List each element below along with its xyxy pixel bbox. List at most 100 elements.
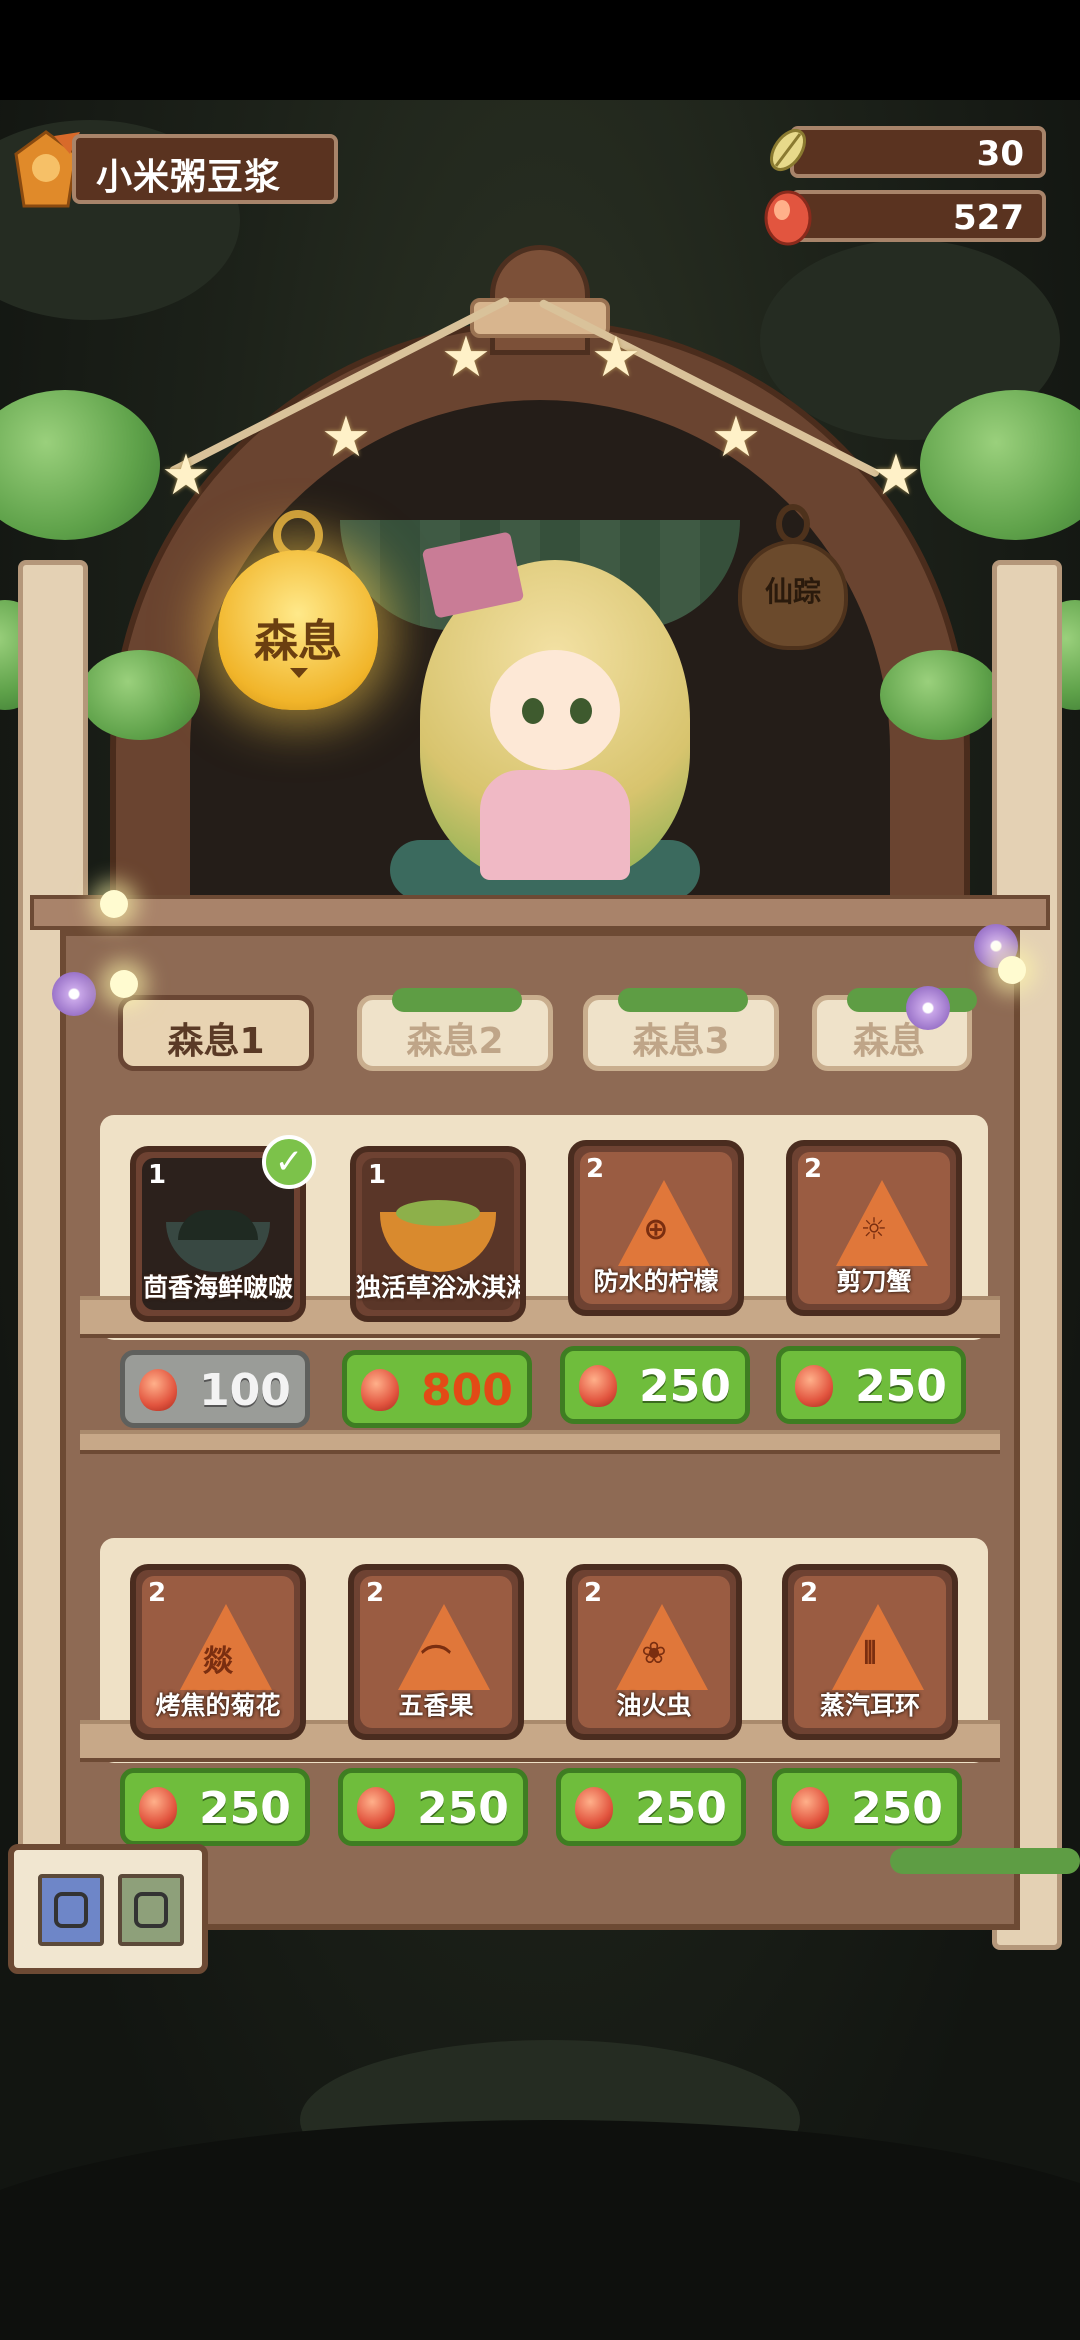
price-value: 250	[635, 1783, 727, 1834]
lantern-active-label: 森息	[254, 616, 342, 667]
price-value: 250	[855, 1361, 947, 1412]
player-name-plate: 小米粥豆浆	[72, 134, 338, 204]
price-button[interactable]: 800	[342, 1350, 532, 1428]
star-ornament-icon: ★	[590, 325, 642, 390]
egg-icon	[764, 190, 812, 246]
check-icon: ✓	[262, 1135, 316, 1189]
rune-glyph: ☼	[860, 1212, 888, 1247]
lantern-hook	[776, 504, 810, 544]
tab-senxi-3[interactable]: 森息3	[583, 988, 779, 1071]
leaf-icon	[769, 128, 807, 172]
leaf-currency-bar: 30	[790, 126, 1046, 178]
player-name: 小米粥豆浆	[96, 157, 282, 198]
price-button[interactable]: 250	[776, 1346, 966, 1424]
rune-glyph: ⌒	[421, 1644, 451, 1679]
item-name: 独活草浴冰淇淋	[356, 1273, 526, 1302]
price-button[interactable]: 250	[556, 1768, 746, 1846]
shop-item[interactable]: ❀ 2 油火虫	[566, 1564, 742, 1740]
egg-currency-value: 527	[953, 198, 1024, 238]
tab-senxi-1[interactable]: 森息1	[118, 995, 314, 1071]
star-ornament-icon: ★	[320, 405, 372, 470]
leaf-currency-value: 30	[976, 134, 1024, 174]
price-button[interactable]: 250	[120, 1768, 310, 1846]
item-name: 五香果	[398, 1691, 474, 1720]
mode-toggle-panel	[8, 1844, 208, 1974]
flower-decoration-icon	[906, 986, 950, 1030]
price-button[interactable]: 100	[120, 1350, 310, 1428]
shop-item[interactable]: 燚 2 烤焦的菊花	[130, 1564, 306, 1740]
tree-canopy	[880, 650, 1000, 740]
mode-toggle-green[interactable]	[118, 1874, 184, 1946]
item-level: 1	[368, 1160, 387, 1190]
shopkeeper-character[interactable]	[410, 520, 700, 900]
price-value: 250	[199, 1783, 291, 1834]
shop-item[interactable]: ⌒ 2 五香果	[348, 1564, 524, 1740]
price-value: 250	[639, 1361, 731, 1412]
character-eye	[570, 698, 592, 724]
tree-canopy	[0, 390, 160, 540]
item-level: 2	[366, 1578, 385, 1608]
item-level: 1	[148, 1160, 167, 1190]
item-name: 烤焦的菊花	[155, 1691, 281, 1720]
firefly-glow	[110, 970, 138, 998]
price-value: 250	[851, 1783, 943, 1834]
price-button[interactable]: 250	[560, 1346, 750, 1424]
lantern-tab-active[interactable]: 森息	[218, 510, 378, 710]
egg-currency[interactable]: 527	[758, 186, 1048, 246]
character-dress	[480, 770, 630, 880]
egg-icon	[575, 1787, 613, 1829]
rune-glyph: 燚	[203, 1644, 233, 1679]
game-scene: 小米粥豆浆 30 527 ★ ★ ★ ★ ★ ★ 森息 仙踪 森息1 森息2 森…	[0, 0, 1080, 2340]
leaf-currency[interactable]: 30	[758, 122, 1048, 180]
ice-cream-topping	[396, 1200, 480, 1226]
egg-icon	[139, 1787, 177, 1829]
price-value: 250	[417, 1783, 509, 1834]
item-name: 剪刀蟹	[836, 1267, 912, 1296]
lantern-arrow-icon	[290, 668, 308, 678]
item-name: 茴香海鲜啵啵	[142, 1273, 293, 1302]
shop-item[interactable]: ☼ 2 剪刀蟹	[786, 1140, 962, 1316]
flower-decoration-icon	[52, 972, 96, 1016]
shelf-divider	[80, 1430, 1000, 1454]
shop-item[interactable]: 1 独活草浴冰淇淋	[350, 1146, 526, 1322]
gear-icon	[54, 1892, 88, 1928]
shop-item[interactable]: ⊕ 2 防水的柠檬	[568, 1140, 744, 1316]
character-face	[490, 650, 620, 770]
item-level: 2	[800, 1578, 819, 1608]
egg-currency-bar: 527	[790, 190, 1046, 242]
item-level: 2	[148, 1578, 167, 1608]
lantern-inactive-label: 仙踪	[764, 575, 821, 608]
ground-shadow	[0, 2120, 1080, 2340]
rune-glyph: ❀	[641, 1636, 667, 1671]
character-eye	[522, 698, 544, 724]
item-level: 2	[804, 1154, 823, 1184]
egg-icon	[361, 1369, 399, 1411]
price-button[interactable]: 250	[772, 1768, 962, 1846]
rune-glyph: ⊕	[643, 1212, 669, 1247]
item-name: 油火虫	[616, 1691, 692, 1720]
price-value: 100	[199, 1365, 291, 1416]
item-name: 蒸汽耳环	[819, 1691, 920, 1720]
tab-label: 森息1	[167, 1021, 265, 1062]
star-ornament-icon: ★	[870, 443, 922, 508]
star-ornament-icon: ★	[160, 443, 212, 508]
gear-icon	[134, 1892, 168, 1928]
tab-label: 森息3	[632, 1021, 730, 1062]
moss-decoration	[618, 988, 748, 1012]
item-level: 2	[586, 1154, 605, 1184]
rune-glyph: ⦀	[863, 1636, 877, 1671]
price-value: 800	[421, 1365, 513, 1416]
item-level: 2	[584, 1578, 603, 1608]
firefly-glow	[100, 890, 128, 918]
counter-top	[30, 895, 1050, 930]
firefly-glow	[998, 956, 1026, 984]
mode-toggle-blue[interactable]	[38, 1874, 104, 1946]
lantern-tab-inactive[interactable]: 仙踪	[738, 500, 848, 650]
price-button[interactable]: 250	[338, 1768, 528, 1846]
status-bar	[0, 0, 1080, 100]
tab-senxi-2[interactable]: 森息2	[357, 988, 553, 1071]
star-ornament-icon: ★	[440, 325, 492, 390]
item-name: 防水的柠檬	[593, 1267, 719, 1296]
moss-decoration	[890, 1848, 1080, 1874]
shop-item[interactable]: ⦀ 2 蒸汽耳环	[782, 1564, 958, 1740]
